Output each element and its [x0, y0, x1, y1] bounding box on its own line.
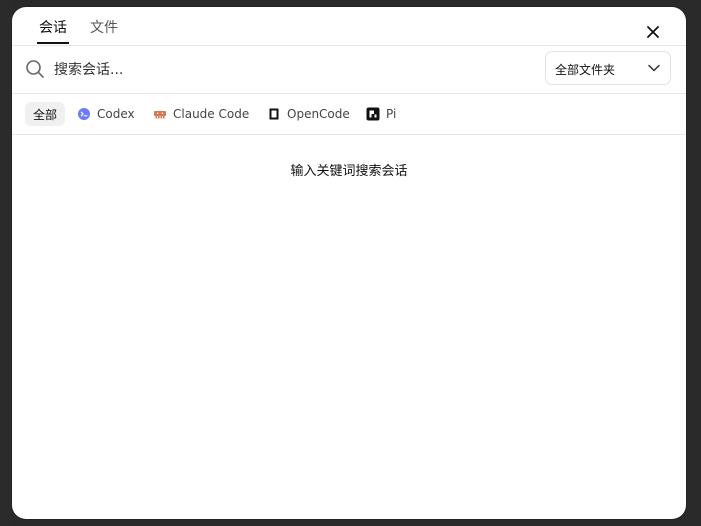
folder-select-label: 全部文件夹: [555, 63, 616, 77]
folder-select[interactable]: 全部文件夹: [545, 51, 671, 85]
close-icon: [647, 26, 659, 38]
filter-codex-label: Codex: [97, 107, 135, 121]
codex-icon: [78, 108, 90, 120]
chevron-down-icon: [648, 64, 660, 72]
filter-claude-code[interactable]: Claude Code: [153, 102, 249, 126]
filter-all[interactable]: 全部: [25, 102, 66, 126]
tab-files-label: 文件: [90, 20, 118, 36]
active-tab-indicator: [37, 42, 69, 44]
filter-claude-code-label: Claude Code: [173, 107, 250, 121]
backdrop: [0, 0, 12, 526]
session-search-dialog: 会话 文件 全部文件夹 全部: [12, 7, 686, 519]
filter-opencode[interactable]: OpenCode: [267, 102, 350, 126]
search-row: 全部文件夹: [12, 45, 686, 94]
opencode-icon: [269, 108, 279, 120]
search-icon: [26, 60, 44, 78]
filter-pi-label: Pi: [386, 107, 397, 121]
filter-codex[interactable]: Codex: [77, 102, 135, 126]
filter-pi[interactable]: Pi: [366, 102, 396, 126]
tab-files[interactable]: 文件: [88, 17, 120, 43]
empty-state-message: 输入关键词搜索会话: [290, 164, 408, 179]
tab-sessions-label: 会话: [39, 20, 67, 36]
filter-all-label: 全部: [33, 107, 58, 122]
agent-filter-bar: 全部 Codex Claude Code OpenCode Pi: [12, 94, 686, 135]
tab-bar: 会话 文件: [12, 7, 686, 46]
tab-sessions[interactable]: 会话: [37, 17, 69, 44]
search-input[interactable]: [52, 57, 536, 83]
claude-code-icon: [154, 111, 166, 119]
pi-icon: [366, 107, 380, 121]
filter-opencode-label: OpenCode: [287, 107, 350, 121]
close-button[interactable]: [641, 20, 665, 44]
